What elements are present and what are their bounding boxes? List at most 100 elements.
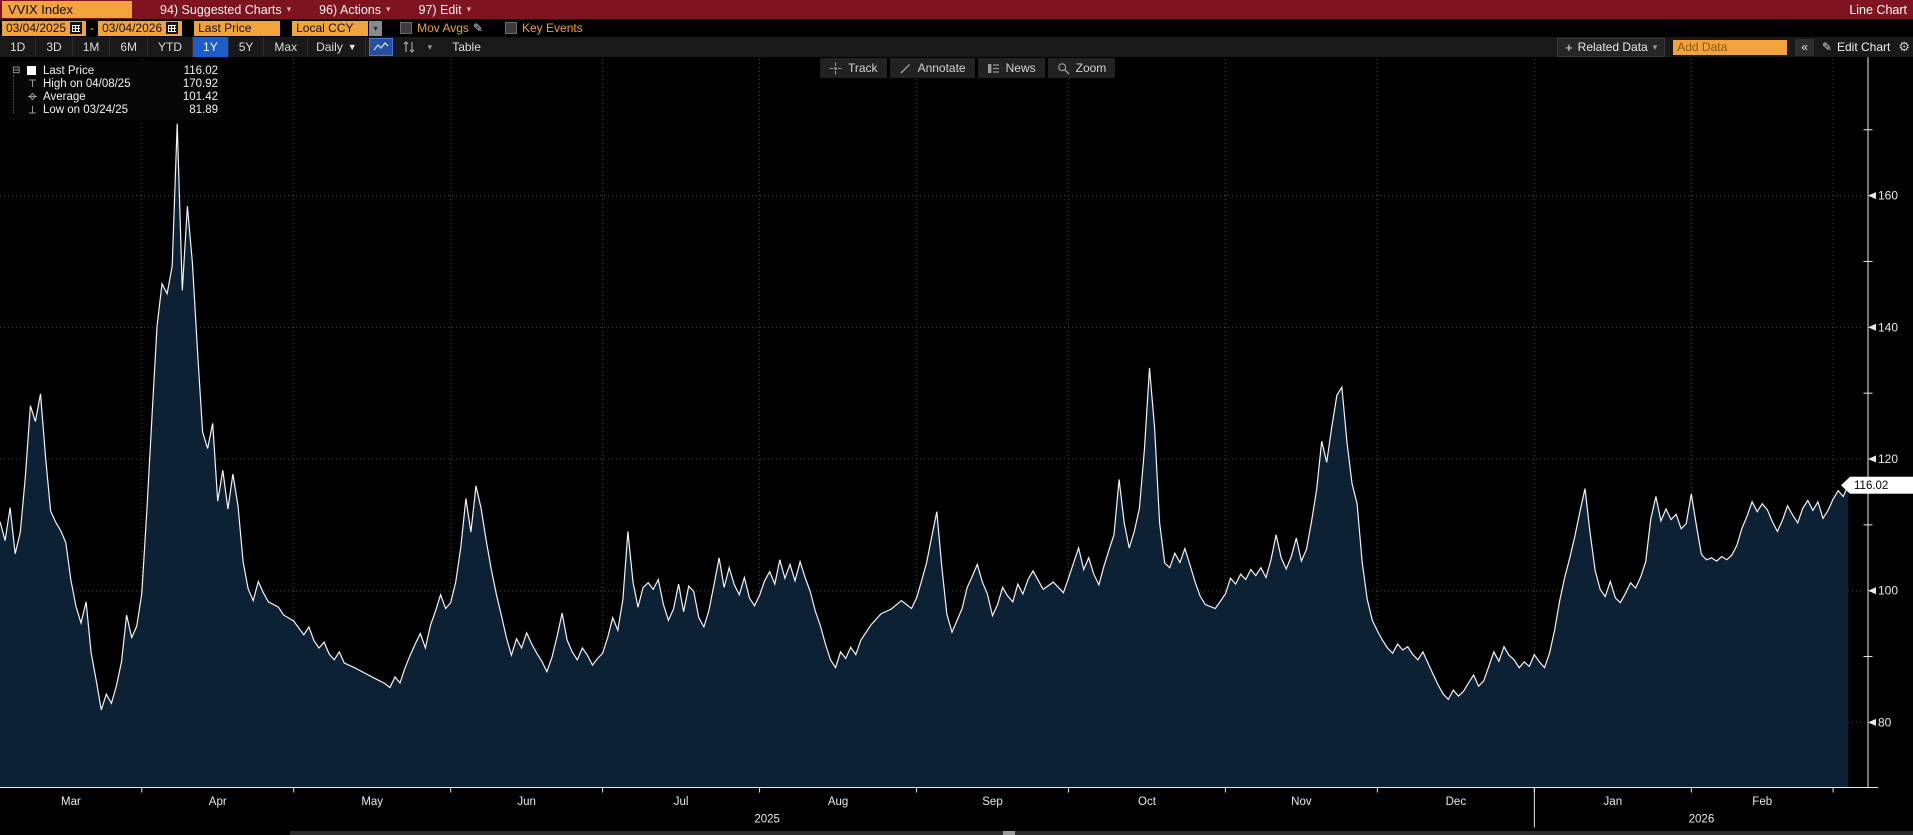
date-from-field[interactable]: 03/04/2025: [2, 21, 86, 36]
pencil-icon[interactable]: ✎: [473, 21, 483, 35]
legend-row[interactable]: High on 04/08/25170.92: [12, 77, 218, 90]
period-button-max[interactable]: Max: [264, 37, 308, 57]
right-toolbar-cluster: + Related Data ▾ « ✎ Edit Chart ⚙: [1557, 38, 1910, 57]
x-axis-year-label: 2026: [1689, 814, 1715, 826]
last-price-value: 116.02: [1854, 480, 1888, 492]
period-button-ytd[interactable]: YTD: [148, 37, 193, 57]
period-button-1d[interactable]: 1D: [0, 37, 36, 57]
x-axis-month-label: Nov: [1291, 796, 1312, 808]
x-axis-year-label: 2025: [754, 814, 780, 826]
period-toolbar: 1D3D1M6MYTD1Y5YMax Daily ▼ ▾ Table + Rel…: [0, 37, 1913, 57]
menu-item[interactable]: 94) Suggested Charts▾: [160, 3, 291, 17]
legend-label: High on 04/08/25: [43, 78, 183, 90]
bottom-edge-strip: [290, 831, 1913, 835]
edit-chart-button[interactable]: ✎ Edit Chart: [1822, 40, 1890, 54]
line-chart-type-icon[interactable]: [369, 38, 393, 56]
bottom-edge-chip: [1003, 831, 1015, 835]
collapse-box-icon: ⊟: [12, 66, 27, 76]
legend-label: Last Price: [43, 65, 184, 77]
zoom-button[interactable]: Zoom: [1048, 58, 1116, 78]
collapse-panel-button[interactable]: «: [1795, 39, 1814, 56]
settings-bar: 03/04/2025 - 03/04/2026 Last Price Local…: [0, 19, 1913, 37]
x-axis-month-label: Jan: [1604, 796, 1623, 808]
field-selector[interactable]: Last Price: [194, 21, 280, 36]
x-axis-month-label: Oct: [1138, 796, 1157, 808]
x-axis-month-label: Dec: [1446, 796, 1467, 808]
frequency-dropdown[interactable]: Daily ▼: [308, 37, 366, 57]
chevron-down-icon: ▾: [467, 4, 472, 15]
chevron-down-icon[interactable]: ▾: [369, 21, 382, 36]
y-axis-tick-label: 80: [1878, 715, 1892, 729]
low-marker-icon: [27, 104, 38, 115]
related-data-button[interactable]: + Related Data ▾: [1557, 38, 1665, 57]
legend-value: 101.42: [183, 91, 218, 103]
x-axis-month-label: Sep: [982, 796, 1002, 808]
period-button-5y[interactable]: 5Y: [229, 37, 265, 57]
news-button[interactable]: News: [978, 58, 1045, 78]
mov-avgs-label: Mov Avgs: [417, 21, 469, 35]
price-area-fill: [0, 124, 1848, 788]
add-data-input[interactable]: [1673, 40, 1787, 55]
period-button-1m[interactable]: 1M: [73, 37, 111, 57]
period-button-6m[interactable]: 6M: [110, 37, 148, 57]
currency-selector[interactable]: Local CCY: [292, 21, 368, 36]
chevron-down-icon: ▼: [348, 37, 357, 57]
bloomberg-terminal-window: VVIX Index 94) Suggested Charts▾ 96) Acti…: [0, 0, 1913, 835]
chevron-down-icon: ▾: [386, 4, 391, 15]
y-axis-tick-label: 140: [1878, 320, 1898, 334]
date-range-separator: -: [90, 21, 94, 35]
menu-bar: VVIX Index 94) Suggested Charts▾ 96) Acti…: [0, 0, 1913, 19]
annotate-button[interactable]: Annotate: [890, 58, 975, 78]
chart-type-dropdown-icon[interactable]: ▾: [425, 39, 436, 55]
average-marker-icon: [27, 91, 38, 102]
date-to-value: 03/04/2026: [102, 21, 162, 35]
x-axis-month-label: Feb: [1752, 796, 1772, 808]
legend-value: 81.89: [189, 104, 218, 116]
x-axis-month-label: Aug: [828, 796, 848, 808]
high-marker-icon: [27, 78, 38, 89]
price-chart-canvas[interactable]: 80100120140160MarAprMayJunJulAugSepOctNo…: [0, 57, 1913, 835]
mov-avgs-checkbox[interactable]: [400, 22, 412, 34]
calendar-icon[interactable]: [166, 22, 178, 34]
menu-item[interactable]: 97) Edit▾: [419, 3, 472, 17]
legend-row[interactable]: ⊟ Last Price116.02: [12, 64, 218, 77]
period-buttons: 1D3D1M6MYTD1Y5YMax: [0, 37, 308, 57]
y-axis-tick-label: 160: [1878, 189, 1898, 203]
period-button-1y[interactable]: 1Y: [193, 37, 229, 57]
legend-label: Average: [43, 91, 183, 103]
date-to-field[interactable]: 03/04/2026: [98, 21, 182, 36]
x-axis-month-label: Jul: [674, 796, 689, 808]
pencil-icon: ✎: [1822, 40, 1832, 54]
legend-value: 116.02: [184, 65, 218, 77]
menu-item[interactable]: 96) Actions▾: [319, 3, 390, 17]
calendar-icon[interactable]: [70, 22, 82, 34]
view-label: Line Chart: [1849, 3, 1907, 17]
related-data-label: Related Data: [1578, 40, 1648, 54]
legend-row[interactable]: Average101.42: [12, 90, 218, 103]
chart-pane: 80100120140160MarAprMayJunJulAugSepOctNo…: [0, 57, 1913, 835]
axis-flip-icon[interactable]: [399, 39, 419, 55]
pencil-line-icon: [899, 62, 912, 75]
track-button[interactable]: Track: [820, 58, 887, 78]
y-axis: 80100120140160: [1864, 57, 1899, 788]
edit-chart-label: Edit Chart: [1837, 40, 1890, 54]
security-ticker-field[interactable]: VVIX Index: [2, 1, 132, 18]
legend-row[interactable]: Low on 03/24/2581.89: [12, 103, 218, 116]
legend-label: Low on 03/24/25: [43, 104, 189, 116]
news-list-icon: [987, 62, 1000, 75]
chevron-down-icon: ▾: [287, 4, 292, 15]
key-events-label: Key Events: [522, 21, 583, 35]
x-axis-month-label: Apr: [209, 796, 227, 808]
last-price-tag: 116.02: [1841, 477, 1913, 494]
gear-icon[interactable]: ⚙: [1898, 39, 1910, 55]
plus-icon: +: [1565, 40, 1573, 55]
x-axis-month-label: May: [361, 796, 383, 808]
date-from-value: 03/04/2025: [6, 21, 66, 35]
x-axis: MarAprMayJunJulAugSepOctNovDecJanFeb2025…: [0, 788, 1878, 828]
magnifier-icon: [1057, 62, 1070, 75]
period-button-3d[interactable]: 3D: [36, 37, 72, 57]
frequency-label: Daily: [316, 37, 343, 57]
chart-overlay-toolbar: TrackAnnotateNewsZoom: [820, 58, 1115, 78]
table-button[interactable]: Table: [452, 40, 481, 54]
key-events-checkbox[interactable]: [505, 22, 517, 34]
